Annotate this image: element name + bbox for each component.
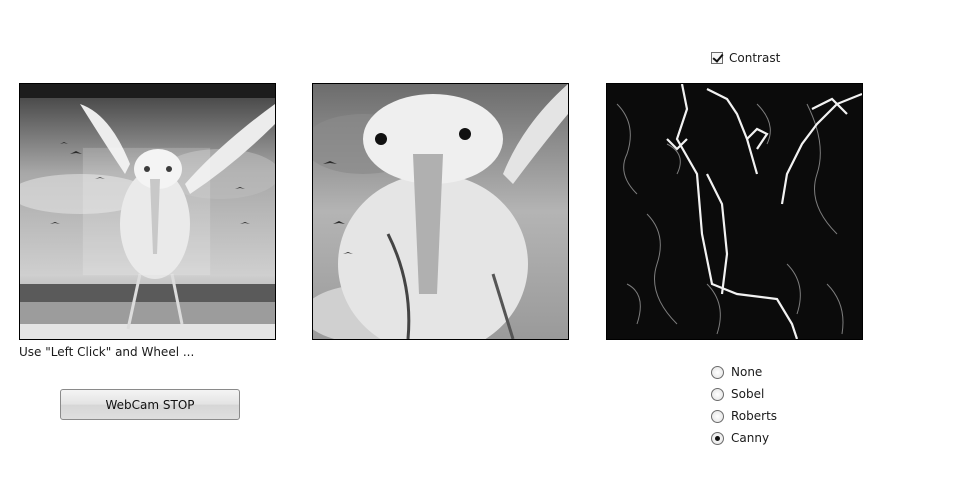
filter-option-canny[interactable]: Canny [711, 427, 777, 449]
edge-image [607, 84, 862, 339]
filter-radio-sobel[interactable] [711, 387, 724, 401]
filter-option-none[interactable]: None [711, 361, 777, 383]
filter-label-sobel: Sobel [731, 387, 765, 401]
contrast-checkbox[interactable] [711, 52, 723, 64]
edge-detection-view [606, 83, 863, 340]
filter-radio-none[interactable] [711, 365, 724, 379]
webcam-original-view[interactable] [19, 83, 276, 340]
contrast-label: Contrast [729, 51, 781, 65]
usage-hint: Use "Left Click" and Wheel ... [19, 345, 195, 359]
webcam-stop-button[interactable]: WebCam STOP [60, 389, 240, 420]
filter-label-canny: Canny [731, 431, 770, 445]
filter-option-roberts[interactable]: Roberts [711, 405, 777, 427]
filter-option-sobel[interactable]: Sobel [711, 383, 777, 405]
edge-filter-group: None Sobel Roberts Canny [711, 361, 777, 449]
zoomed-image [313, 84, 568, 339]
filter-label-roberts: Roberts [731, 409, 778, 423]
original-image [20, 84, 275, 339]
filter-radio-roberts[interactable] [711, 409, 724, 423]
filter-radio-canny[interactable] [711, 431, 724, 445]
zoomed-view [312, 83, 569, 340]
contrast-option[interactable]: Contrast [711, 51, 780, 65]
filter-label-none: None [731, 365, 763, 379]
